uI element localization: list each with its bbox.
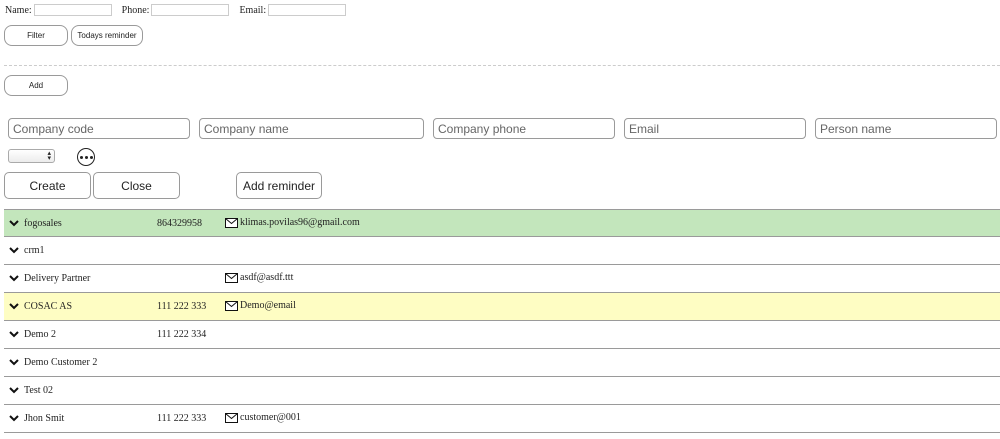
company-name-input[interactable]: [199, 118, 424, 139]
company-phone-input[interactable]: [433, 118, 615, 139]
chevron-down-icon[interactable]: [8, 244, 20, 256]
chevron-down-icon[interactable]: [8, 356, 20, 368]
company-email-text: customer@001: [240, 412, 301, 423]
company-name: Demo 2: [24, 329, 56, 340]
name-filter-input[interactable]: [33, 4, 112, 16]
chevron-down-icon[interactable]: [8, 384, 20, 396]
select-arrows-icon: ▴ ▾: [47, 149, 51, 162]
company-code-input[interactable]: [8, 118, 190, 139]
email-input[interactable]: [624, 118, 806, 139]
company-name: crm1: [24, 245, 45, 256]
chevron-down-icon[interactable]: [8, 300, 20, 312]
filter-button[interactable]: Filter: [4, 25, 68, 46]
company-name: Demo Customer 2: [24, 357, 98, 368]
company-row[interactable]: Demo Customer 2: [4, 349, 1000, 377]
chevron-down-icon[interactable]: [8, 412, 20, 424]
company-email: klimas.povilas96@gmail.com: [225, 217, 360, 228]
company-name: Test 02: [24, 385, 54, 396]
phone-filter-input[interactable]: [151, 4, 230, 16]
add-reminder-button[interactable]: Add reminder: [236, 172, 322, 199]
person-name-input[interactable]: [815, 118, 997, 139]
envelope-icon: [225, 217, 240, 228]
chevron-down-icon[interactable]: [8, 328, 20, 340]
company-email: Demo@email: [225, 300, 296, 311]
section-divider: [4, 65, 1000, 66]
name-filter-label: Name:: [5, 4, 32, 16]
envelope-icon: [225, 300, 240, 311]
more-options-icon[interactable]: [77, 148, 95, 166]
company-name: COSAC AS: [24, 301, 73, 312]
envelope-icon: [225, 412, 240, 423]
todays-reminder-button[interactable]: Todays reminder: [71, 25, 143, 46]
company-phone: 111 222 333: [157, 301, 207, 312]
company-phone: 111 222 334: [157, 329, 207, 340]
company-row[interactable]: Demo 2 111 222 334: [4, 321, 1000, 349]
email-filter-input[interactable]: [268, 4, 347, 16]
company-row[interactable]: COSAC AS 111 222 333 Demo@email: [4, 293, 1000, 321]
company-name: fogosales: [24, 218, 62, 229]
company-email: customer@001: [225, 412, 301, 423]
close-button[interactable]: Close: [93, 172, 180, 199]
company-email: asdf@asdf.ttt: [225, 272, 293, 283]
company-email-text: Demo@email: [240, 300, 296, 311]
company-name: Delivery Partner: [24, 273, 91, 284]
filter-bar: Name: Phone: Email:: [5, 4, 347, 16]
company-phone: 864329958: [157, 218, 202, 229]
company-row[interactable]: fogosales 864329958 klimas.povilas96@gmail…: [4, 209, 1000, 237]
company-email-text: klimas.povilas96@gmail.com: [240, 217, 360, 228]
type-select[interactable]: ▴ ▾: [8, 149, 55, 163]
company-email-text: asdf@asdf.ttt: [240, 272, 294, 283]
company-phone: 111 222 333: [157, 413, 207, 424]
chevron-down-icon[interactable]: [8, 272, 20, 284]
email-filter-label: Email:: [239, 4, 267, 16]
company-row[interactable]: Jhon Smit 111 222 333 customer@001: [4, 405, 1000, 433]
company-name: Jhon Smit: [24, 413, 65, 424]
chevron-down-icon[interactable]: [8, 217, 20, 229]
add-button[interactable]: Add: [4, 75, 68, 96]
company-list: fogosales 864329958 klimas.povilas96@gmail…: [4, 209, 1000, 433]
create-button[interactable]: Create: [4, 172, 91, 199]
envelope-icon: [225, 272, 240, 283]
company-row[interactable]: crm1: [4, 237, 1000, 265]
company-row[interactable]: Test 02: [4, 377, 1000, 405]
phone-filter-label: Phone:: [121, 4, 150, 16]
company-row[interactable]: Delivery Partner asdf@asdf.ttt: [4, 265, 1000, 293]
